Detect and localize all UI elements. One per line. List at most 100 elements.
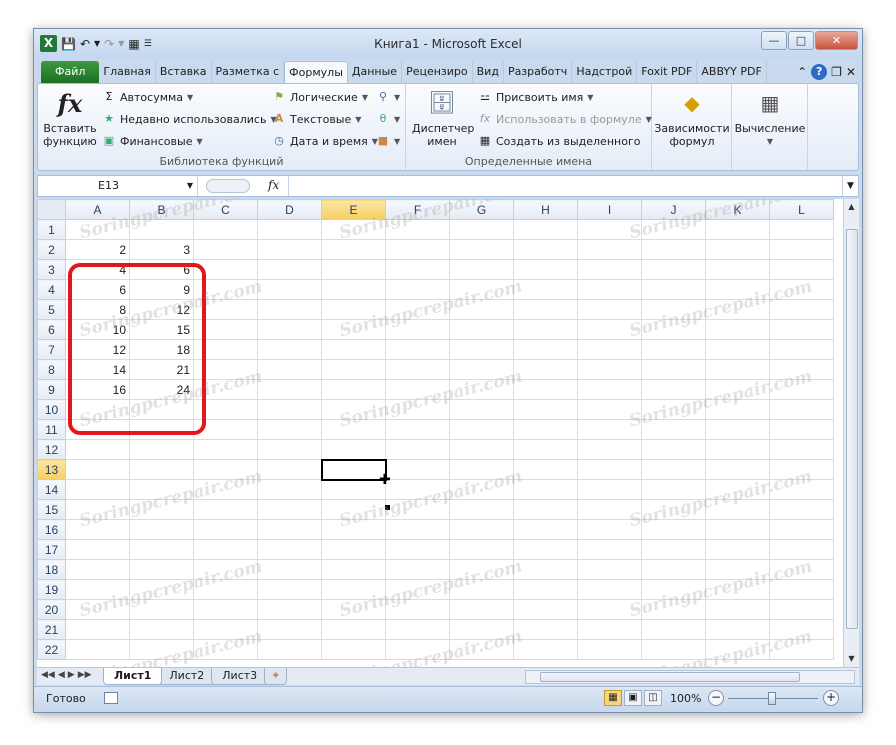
cell[interactable] — [321, 379, 386, 400]
help-icon[interactable]: ? — [811, 64, 828, 80]
cell[interactable] — [65, 579, 130, 600]
cell[interactable] — [193, 359, 258, 380]
cell[interactable] — [769, 239, 834, 260]
cell[interactable] — [577, 499, 642, 520]
horizontal-scroll-thumb[interactable] — [540, 672, 800, 682]
cell[interactable] — [769, 519, 834, 540]
cell[interactable] — [577, 319, 642, 340]
row-header[interactable]: 11 — [37, 419, 66, 440]
cell[interactable] — [257, 399, 322, 420]
cell[interactable] — [577, 339, 642, 360]
recently-used-button[interactable]: ★ Недавно использовались ▼ — [102, 110, 277, 128]
cell[interactable] — [513, 259, 578, 280]
cell[interactable] — [513, 639, 578, 660]
cell[interactable] — [257, 439, 322, 460]
cell[interactable] — [385, 259, 450, 280]
cell[interactable] — [321, 319, 386, 340]
cell[interactable] — [129, 499, 194, 520]
cell[interactable] — [513, 219, 578, 240]
cell[interactable]: 3 — [129, 239, 194, 260]
cell[interactable] — [705, 239, 770, 260]
cell[interactable] — [577, 419, 642, 440]
cell[interactable] — [641, 559, 706, 580]
cell[interactable] — [705, 459, 770, 480]
column-header[interactable]: J — [641, 199, 706, 220]
cell[interactable]: 9 — [129, 279, 194, 300]
column-header[interactable]: D — [257, 199, 322, 220]
cell[interactable] — [513, 579, 578, 600]
cell[interactable] — [385, 519, 450, 540]
cell[interactable] — [193, 619, 258, 640]
row-header[interactable]: 4 — [37, 279, 66, 300]
insert-sheet-icon[interactable]: ✦ — [264, 668, 288, 685]
cell[interactable] — [321, 419, 386, 440]
cell[interactable] — [705, 259, 770, 280]
cell[interactable] — [129, 579, 194, 600]
tab-abbyy-pdf[interactable]: ABBYY PDF — [697, 61, 767, 83]
cell[interactable] — [577, 299, 642, 320]
cell[interactable] — [769, 339, 834, 360]
column-header[interactable]: F — [385, 199, 450, 220]
cell[interactable] — [449, 599, 514, 620]
cell[interactable] — [129, 479, 194, 500]
row-header[interactable]: 15 — [37, 499, 66, 520]
cell[interactable] — [449, 239, 514, 260]
cell[interactable] — [705, 519, 770, 540]
cell[interactable] — [193, 259, 258, 280]
cell[interactable] — [385, 619, 450, 640]
cell[interactable] — [513, 419, 578, 440]
cell[interactable] — [641, 499, 706, 520]
close-workbook-icon[interactable]: ✕ — [846, 65, 856, 79]
collapse-ribbon-icon[interactable]: ⌃ — [797, 65, 807, 79]
cell[interactable] — [577, 459, 642, 480]
cell[interactable] — [321, 399, 386, 420]
cell[interactable] — [321, 279, 386, 300]
cell[interactable] — [769, 439, 834, 460]
formula-input[interactable] — [294, 179, 838, 193]
tab-review[interactable]: Рецензиро — [402, 61, 473, 83]
cell[interactable] — [385, 299, 450, 320]
cell[interactable] — [129, 219, 194, 240]
cell[interactable] — [193, 599, 258, 620]
cell[interactable] — [705, 639, 770, 660]
cell[interactable] — [257, 499, 322, 520]
row-header[interactable]: 6 — [37, 319, 66, 340]
cell[interactable] — [65, 599, 130, 620]
cell[interactable] — [769, 599, 834, 620]
cell[interactable] — [193, 279, 258, 300]
cell[interactable] — [705, 319, 770, 340]
tab-data[interactable]: Данные — [348, 61, 403, 83]
cell[interactable] — [65, 619, 130, 640]
cell[interactable] — [193, 379, 258, 400]
restore-workbook-icon[interactable]: ❐ — [831, 65, 842, 79]
cell[interactable] — [129, 599, 194, 620]
cell[interactable]: 14 — [65, 359, 130, 380]
tab-insert[interactable]: Вставка — [156, 61, 212, 83]
cell[interactable] — [705, 279, 770, 300]
cell[interactable] — [577, 439, 642, 460]
cell[interactable] — [257, 459, 322, 480]
tab-developer[interactable]: Разработч — [504, 61, 573, 83]
cell[interactable] — [769, 399, 834, 420]
cell[interactable] — [705, 439, 770, 460]
cell[interactable] — [513, 279, 578, 300]
cell[interactable] — [385, 479, 450, 500]
cell[interactable] — [705, 359, 770, 380]
expand-formula-bar-icon[interactable]: ▼ — [842, 176, 858, 196]
cell[interactable] — [641, 299, 706, 320]
formula-dependencies-button[interactable]: ◆ Зависимости формул — [654, 87, 730, 149]
name-box[interactable]: E13 ▼ — [38, 176, 198, 196]
close-button[interactable]: ✕ — [815, 31, 858, 50]
cell[interactable] — [385, 219, 450, 240]
row-header[interactable]: 16 — [37, 519, 66, 540]
cell[interactable] — [257, 519, 322, 540]
cell[interactable] — [257, 539, 322, 560]
cell[interactable] — [449, 539, 514, 560]
cell[interactable] — [449, 339, 514, 360]
name-box-dropdown-icon[interactable]: ▼ — [187, 176, 193, 196]
cell[interactable] — [385, 279, 450, 300]
cell[interactable] — [193, 579, 258, 600]
cell[interactable] — [257, 419, 322, 440]
cell[interactable]: 21 — [129, 359, 194, 380]
select-all-corner[interactable] — [37, 199, 66, 220]
